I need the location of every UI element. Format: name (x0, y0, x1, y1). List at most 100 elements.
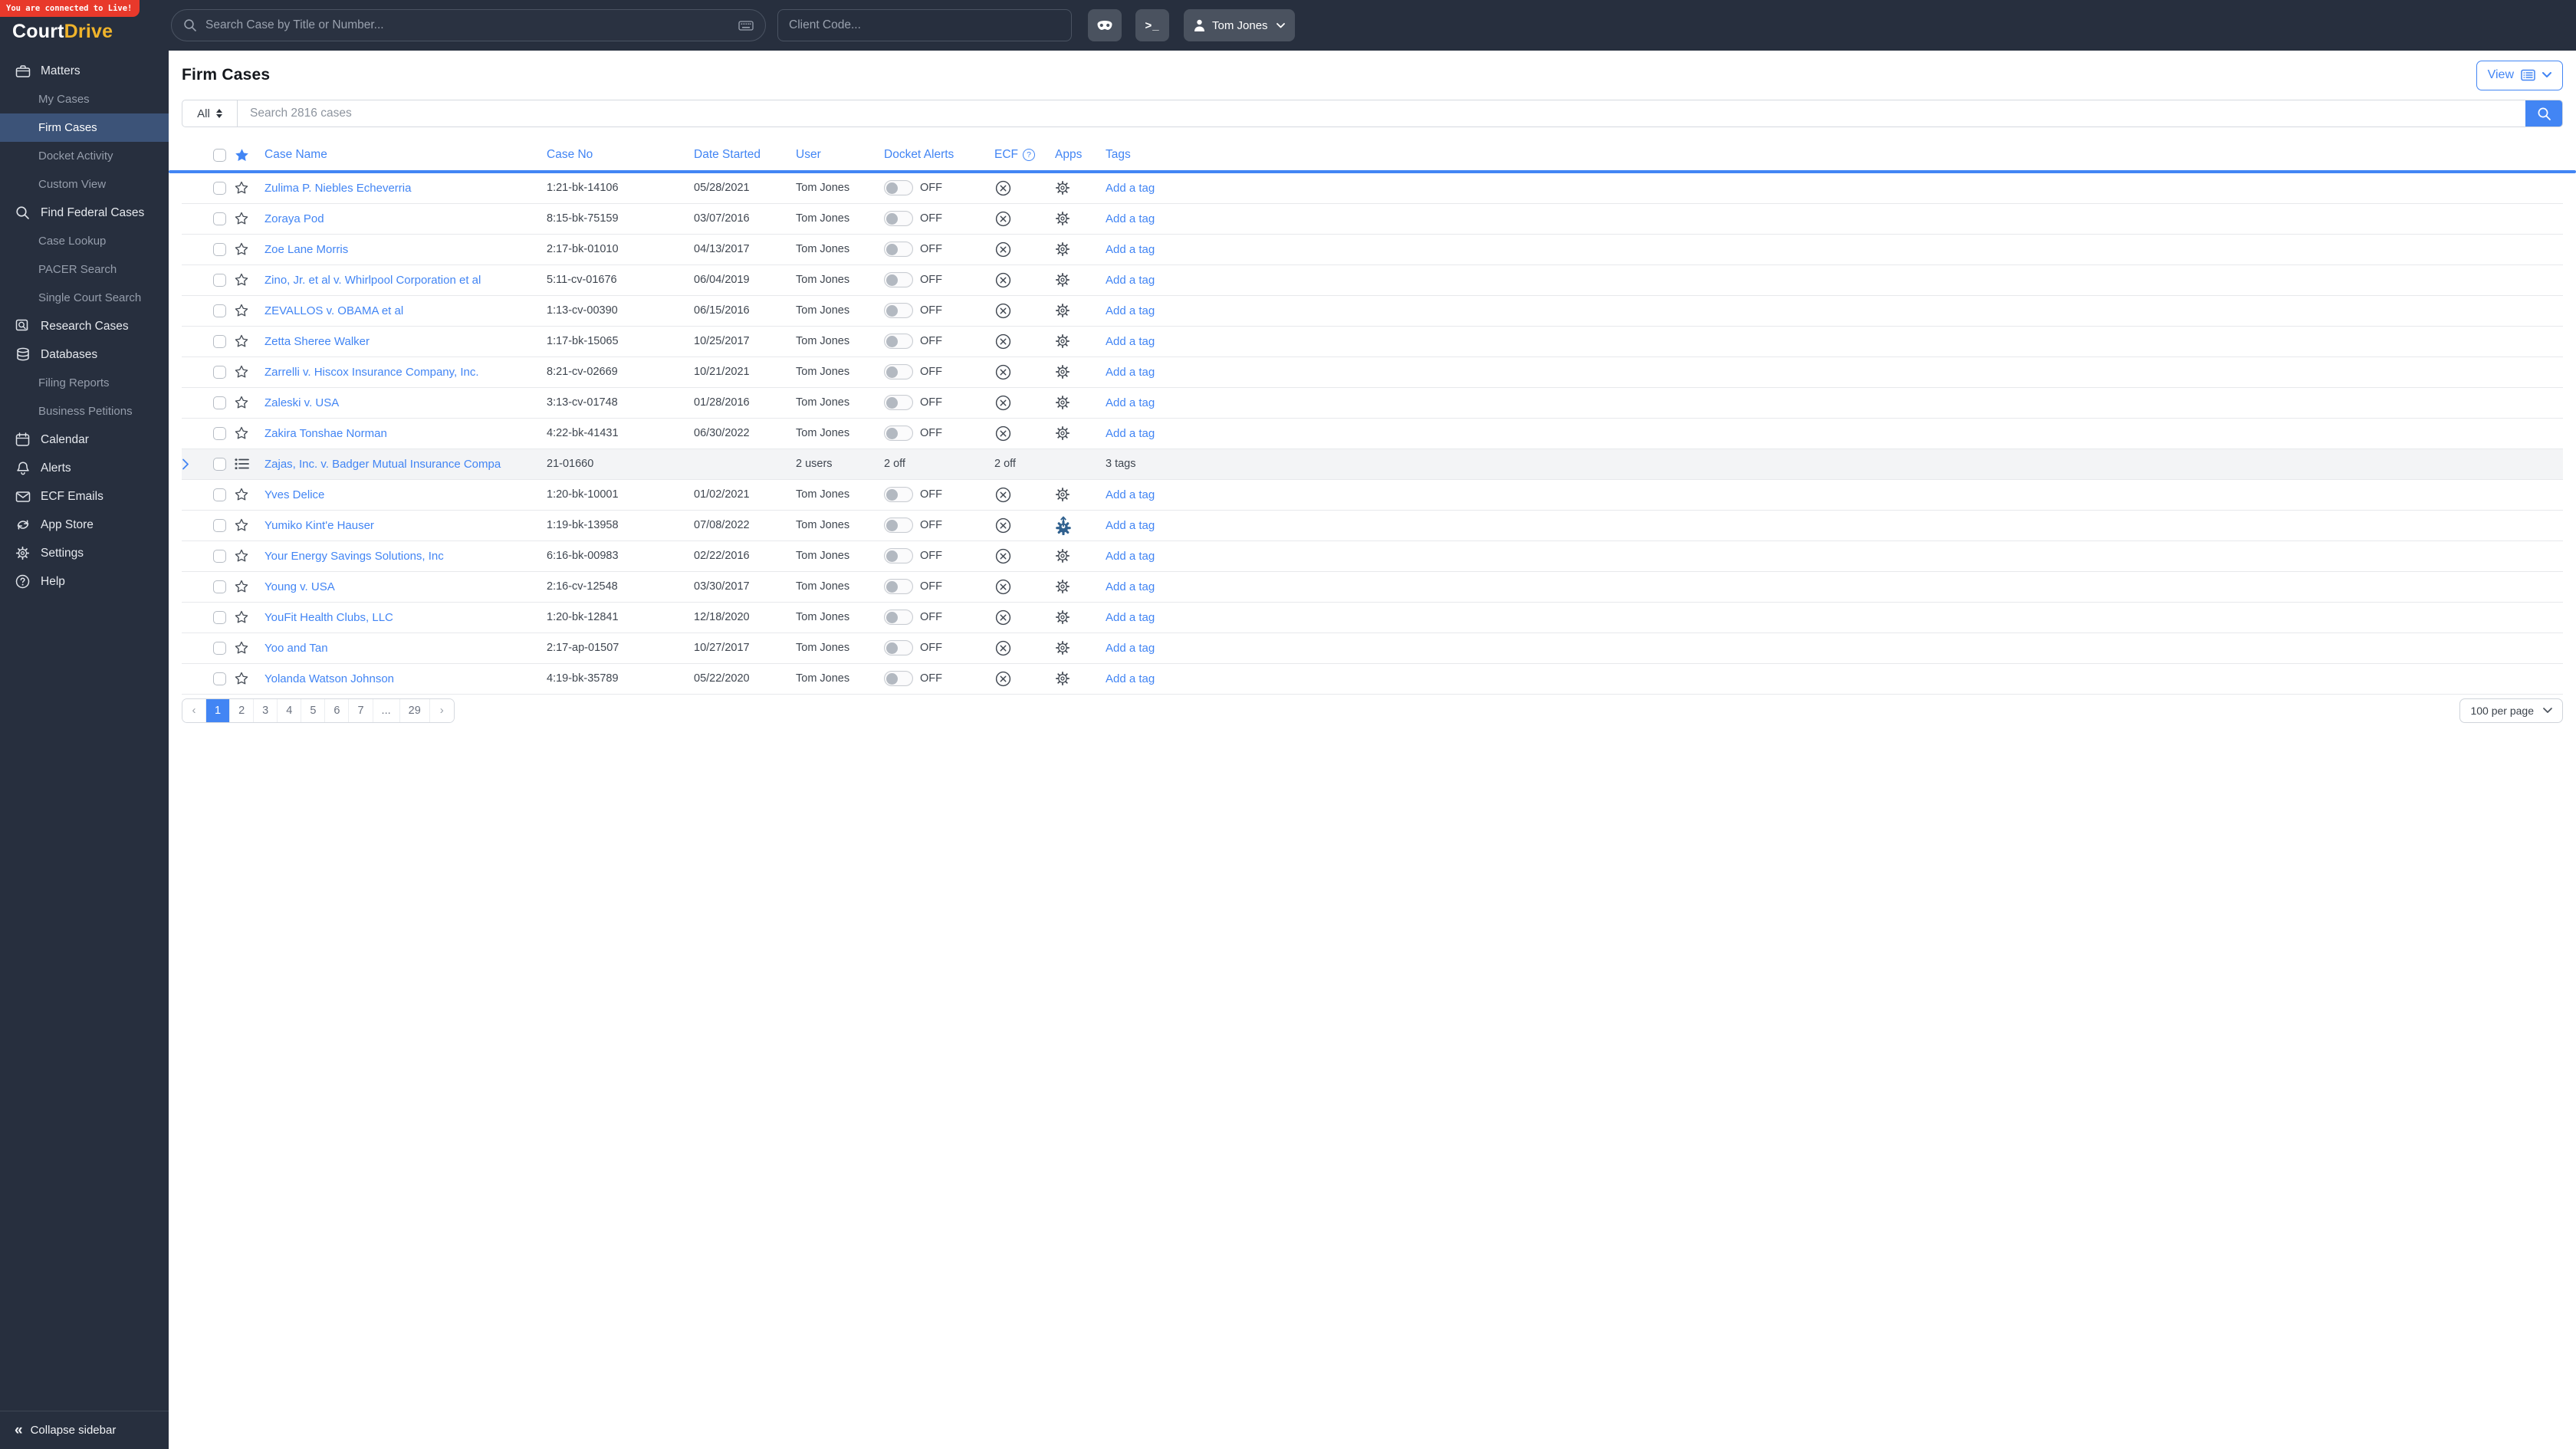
ecf-disabled-icon[interactable] (994, 210, 1055, 228)
per-page-select[interactable]: 100 per page (2459, 698, 2563, 723)
docket-alert-toggle[interactable] (884, 671, 913, 686)
ecf-disabled-icon[interactable] (994, 333, 1055, 350)
view-menu-button[interactable]: View (2476, 60, 2563, 90)
row-checkbox[interactable] (212, 365, 226, 379)
apps-gear-icon[interactable] (1055, 180, 1106, 196)
row-checkbox[interactable] (212, 580, 226, 593)
favorite-star-icon[interactable] (234, 180, 264, 196)
global-case-search-input[interactable] (205, 18, 730, 32)
ecf-disabled-icon[interactable] (994, 363, 1055, 381)
pagination-page-2[interactable]: 2 (230, 698, 255, 722)
docket-alert-toggle[interactable] (884, 610, 913, 625)
keyboard-icon[interactable] (738, 20, 754, 31)
favorite-star-icon[interactable] (234, 548, 264, 564)
docket-alert-toggle[interactable] (884, 242, 913, 257)
apps-gear-icon[interactable] (1055, 579, 1106, 594)
header-docket-alerts[interactable]: Docket Alerts (884, 148, 994, 162)
favorite-star-icon[interactable] (234, 303, 264, 318)
add-tag-link[interactable]: Add a tag (1106, 182, 2563, 195)
apps-gear-icon[interactable] (1055, 640, 1106, 656)
select-all-checkbox[interactable] (212, 148, 226, 162)
case-name-link[interactable]: ZEVALLOS v. OBAMA et al (264, 304, 547, 317)
sidebar-item-docket-activity[interactable]: Docket Activity (0, 142, 169, 170)
ecf-disabled-icon[interactable] (994, 302, 1055, 320)
add-tag-link[interactable]: Add a tag (1106, 396, 2563, 409)
add-tag-link[interactable]: Add a tag (1106, 519, 2563, 532)
favorite-star-icon[interactable] (234, 395, 264, 410)
sidebar-item-business-petitions[interactable]: Business Petitions (0, 397, 169, 426)
row-checkbox[interactable] (212, 549, 226, 563)
add-tag-link[interactable]: Add a tag (1106, 611, 2563, 624)
case-name-link[interactable]: Zaleski v. USA (264, 396, 547, 409)
sidebar-item-filing-reports[interactable]: Filing Reports (0, 369, 169, 397)
sidebar-item-app-store[interactable]: App Store (0, 511, 169, 539)
favorite-star-icon[interactable] (234, 242, 264, 257)
pagination-page-5[interactable]: 5 (301, 698, 326, 722)
apps-gear-icon[interactable] (1055, 426, 1106, 441)
sidebar-item-databases[interactable]: Databases (0, 340, 169, 369)
favorite-star-icon[interactable] (234, 487, 264, 502)
pagination-page-7[interactable]: 7 (349, 698, 373, 722)
ecf-disabled-icon[interactable] (994, 639, 1055, 657)
pagination-page-1[interactable]: 1 (206, 698, 231, 722)
terminal-button[interactable]: >_ (1135, 9, 1169, 41)
apps-gear-icon[interactable] (1055, 548, 1106, 564)
add-tag-link[interactable]: Add a tag (1106, 488, 2563, 501)
case-name-link[interactable]: Zoraya Pod (264, 212, 547, 225)
row-checkbox[interactable] (212, 396, 226, 409)
ecf-disabled-icon[interactable] (994, 241, 1055, 258)
apps-gear-icon[interactable] (1055, 395, 1106, 410)
collapse-sidebar-button[interactable]: « Collapse sidebar (0, 1411, 169, 1449)
case-list-search-button[interactable] (2525, 100, 2562, 127)
client-code-input[interactable] (789, 18, 1060, 32)
row-checkbox[interactable] (212, 641, 226, 655)
apps-gear-icon[interactable] (1055, 242, 1106, 257)
pagination-prev[interactable]: ‹ (182, 698, 206, 722)
docket-alert-toggle[interactable] (884, 303, 913, 318)
add-tag-link[interactable]: Add a tag (1106, 366, 2563, 379)
sidebar-item-firm-cases[interactable]: Firm Cases (0, 113, 169, 142)
apps-gear-icon[interactable] (1055, 303, 1106, 318)
sidebar-item-settings[interactable]: Settings (0, 539, 169, 567)
favorite-star-icon[interactable] (234, 364, 264, 380)
case-name-link[interactable]: Zarrelli v. Hiscox Insurance Company, In… (264, 366, 547, 379)
sidebar-item-help[interactable]: Help (0, 567, 169, 596)
row-checkbox[interactable] (212, 457, 226, 471)
row-checkbox[interactable] (212, 672, 226, 685)
favorite-star-icon[interactable] (234, 579, 264, 594)
case-name-link[interactable]: YouFit Health Clubs, LLC (264, 611, 547, 624)
docket-alert-toggle[interactable] (884, 487, 913, 502)
favorite-star-icon[interactable] (234, 211, 264, 226)
add-tag-link[interactable]: Add a tag (1106, 580, 2563, 593)
case-name-link[interactable]: Zoe Lane Morris (264, 243, 547, 256)
row-checkbox[interactable] (212, 518, 226, 532)
apps-gear-icon[interactable] (1055, 364, 1106, 380)
header-case-no[interactable]: Case No (547, 148, 694, 162)
add-tag-link[interactable]: Add a tag (1106, 672, 2563, 685)
favorite-star-icon[interactable] (234, 334, 264, 349)
apps-gear-icon[interactable] (1055, 334, 1106, 349)
filter-scope-select[interactable]: All (182, 100, 238, 127)
row-checkbox[interactable] (212, 488, 226, 501)
docket-alert-toggle[interactable] (884, 180, 913, 196)
ecf-disabled-icon[interactable] (994, 271, 1055, 289)
sidebar-item-find-federal-cases[interactable]: Find Federal Cases (0, 199, 169, 227)
add-tag-link[interactable]: Add a tag (1106, 274, 2563, 287)
header-tags[interactable]: Tags (1106, 148, 2563, 162)
sidebar-item-my-cases[interactable]: My Cases (0, 85, 169, 113)
add-tag-link[interactable]: Add a tag (1106, 304, 2563, 317)
pagination-page-6[interactable]: 6 (325, 698, 350, 722)
add-tag-link[interactable]: Add a tag (1106, 642, 2563, 655)
docket-alert-toggle[interactable] (884, 518, 913, 533)
pagination-next[interactable]: › (429, 698, 454, 722)
ecf-disabled-icon[interactable] (994, 578, 1055, 596)
header-user[interactable]: User (796, 148, 884, 162)
pagination-page-3[interactable]: 3 (254, 698, 278, 722)
apps-gear-icon[interactable] (1055, 610, 1106, 625)
ecf-disabled-icon[interactable] (994, 179, 1055, 197)
apps-gear-update-icon[interactable] (1055, 515, 1106, 535)
apps-gear-icon[interactable] (1055, 671, 1106, 686)
row-checkbox[interactable] (212, 334, 226, 348)
pagination-page-29[interactable]: 29 (399, 698, 430, 722)
favorite-star-icon[interactable] (234, 640, 264, 656)
